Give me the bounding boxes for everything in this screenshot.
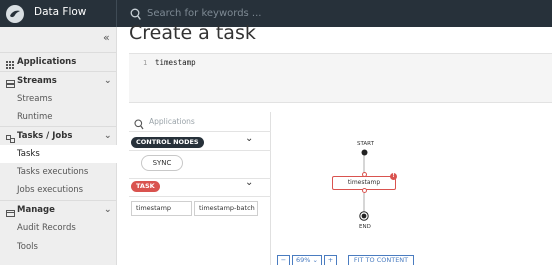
zoom-in-button[interactable]: +	[324, 255, 337, 265]
output-port[interactable]	[362, 188, 367, 193]
zoom-minus-glyph: −	[280, 256, 287, 264]
start-label: START	[357, 141, 374, 147]
zoom-plus-glyph: +	[327, 256, 334, 264]
flow-graph-links	[363, 153, 365, 213]
zoom-level: 69%	[296, 256, 311, 264]
zoom-level-select[interactable]: 69% ⌄	[292, 255, 322, 265]
end-label: END	[359, 224, 371, 230]
zoom-out-button[interactable]: −	[277, 255, 290, 265]
start-node[interactable]	[361, 149, 368, 156]
end-node[interactable]	[359, 211, 369, 221]
chevron-down-icon: ⌄	[312, 256, 318, 264]
fit-to-content-button[interactable]: FIT TO CONTENT	[348, 255, 414, 265]
error-badge: !	[390, 173, 397, 180]
